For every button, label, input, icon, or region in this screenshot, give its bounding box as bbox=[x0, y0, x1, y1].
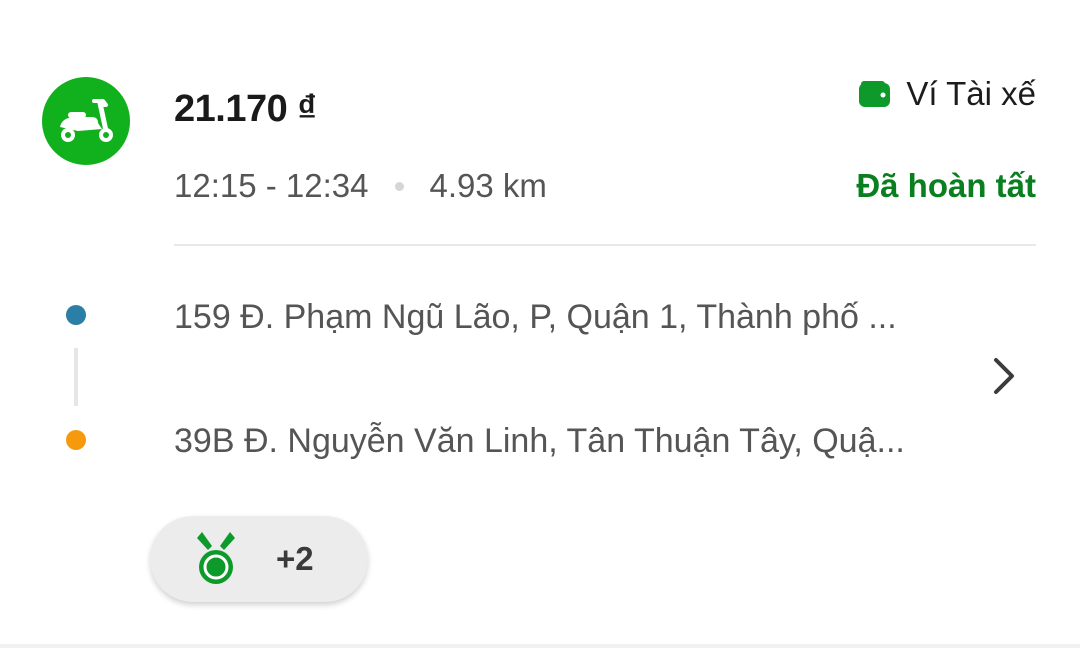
divider bbox=[174, 244, 1036, 246]
trip-meta: 12:15 - 12:34 4.93 km bbox=[174, 166, 547, 206]
list-separator bbox=[0, 644, 1080, 648]
payment-method-label: Ví Tài xế bbox=[906, 75, 1036, 112]
payment-method: Ví Tài xế bbox=[858, 74, 1036, 114]
badges-pill[interactable]: +2 bbox=[150, 516, 368, 602]
status-label: Đã hoàn tất bbox=[856, 167, 1036, 204]
bike-scooter-icon bbox=[42, 77, 130, 165]
fare-amount: 21.170 ₫ bbox=[174, 88, 317, 130]
time-range: 12:15 - 12:34 bbox=[174, 167, 369, 204]
route-connector-line bbox=[74, 348, 78, 406]
dropoff-address: 39B Đ. Nguyễn Văn Linh, Tân Thuận Tây, Q… bbox=[174, 422, 905, 460]
badge-count: +2 bbox=[276, 540, 314, 577]
trip-history-card[interactable]: 21.170 ₫ Ví Tài xế 12:15 - 12:34 4.93 km… bbox=[0, 0, 1080, 644]
medal-icon bbox=[197, 532, 235, 584]
chevron-right-icon[interactable] bbox=[986, 354, 1022, 398]
pickup-pin-icon bbox=[66, 305, 86, 325]
distance: 4.93 km bbox=[429, 167, 547, 204]
wallet-icon bbox=[859, 81, 891, 107]
dropoff-pin-icon bbox=[66, 430, 86, 450]
separator-dot bbox=[394, 181, 404, 191]
pickup-address: 159 Đ. Phạm Ngũ Lão, P, Quận 1, Thành ph… bbox=[174, 298, 897, 336]
